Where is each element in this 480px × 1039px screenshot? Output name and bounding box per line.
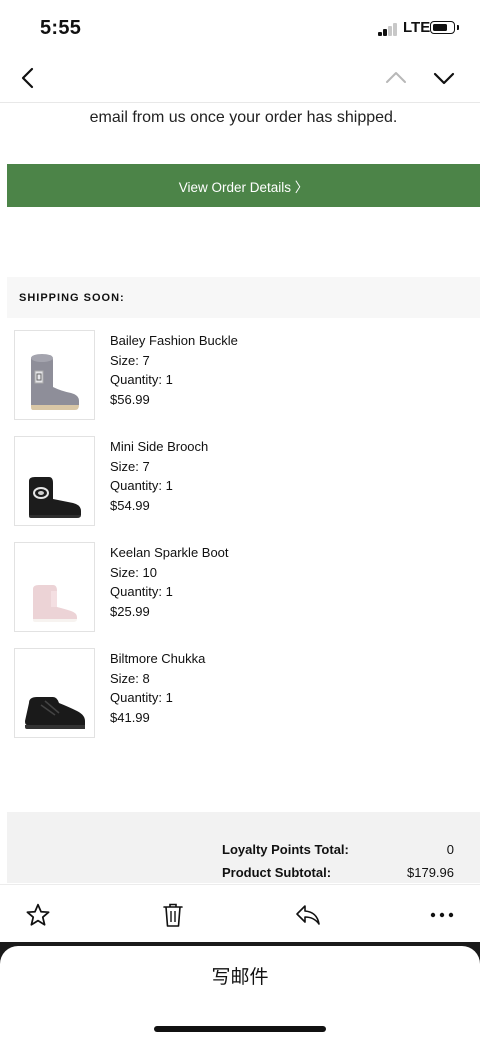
item-size: Size: 7: [110, 458, 150, 474]
order-item: Bailey Fashion Buckle Size: 7 Quantity: …: [14, 330, 474, 436]
item-name[interactable]: Keelan Sparkle Boot: [110, 543, 229, 563]
flag-button[interactable]: [22, 899, 54, 931]
trash-icon: [163, 903, 183, 927]
more-icon: [430, 912, 454, 918]
next-message-button[interactable]: [428, 62, 460, 94]
item-size: Size: 10: [110, 564, 157, 580]
intro-text: email from us once your order has shippe…: [89, 109, 398, 126]
more-button[interactable]: [426, 899, 458, 931]
chevron-up-icon: [386, 72, 406, 83]
signal-icon: [378, 22, 400, 36]
product-subtotal-label: Product Subtotal:: [222, 865, 332, 880]
reply-button[interactable]: [292, 899, 324, 931]
shipping-soon-title: SHIPPING SOON:: [19, 292, 125, 304]
item-quantity: Quantity: 1: [110, 690, 173, 706]
loyalty-points-label: Loyalty Points Total:: [222, 842, 349, 857]
item-quantity: Quantity: 1: [110, 372, 173, 388]
item-name[interactable]: Bailey Fashion Buckle: [110, 331, 238, 351]
order-items-list: Bailey Fashion Buckle Size: 7 Quantity: …: [14, 330, 474, 754]
compose-sheet: 写邮件: [0, 942, 480, 1039]
home-indicator[interactable]: [154, 1026, 326, 1032]
loyalty-points-value: 0: [446, 842, 454, 857]
previous-message-button[interactable]: [380, 62, 412, 94]
status-time: 5:55: [40, 17, 82, 39]
product-image[interactable]: [14, 436, 95, 526]
item-quantity: Quantity: 1: [110, 478, 173, 494]
chevron-left-icon: [21, 67, 34, 89]
product-image[interactable]: [14, 330, 95, 420]
network-label: LTE: [403, 19, 431, 36]
compose-label[interactable]: 写邮件: [0, 962, 480, 989]
order-item: Mini Side Brooch Size: 7 Quantity: 1 $54…: [14, 436, 474, 542]
item-price: $41.99: [110, 710, 150, 726]
order-item: Keelan Sparkle Boot Size: 10 Quantity: 1…: [14, 542, 474, 648]
item-details: Keelan Sparkle Boot Size: 10 Quantity: 1…: [110, 543, 229, 622]
order-item: Biltmore Chukka Size: 8 Quantity: 1 $41.…: [14, 648, 474, 754]
email-body: email from us once your order has shippe…: [7, 103, 480, 883]
star-icon: [26, 903, 50, 926]
item-size: Size: 7: [110, 352, 150, 368]
reply-icon: [296, 905, 320, 925]
item-size: Size: 8: [110, 670, 150, 686]
message-toolbar: [0, 884, 480, 943]
product-subtotal-value: $179.96: [407, 865, 454, 880]
product-image[interactable]: [14, 648, 95, 738]
item-name[interactable]: Mini Side Brooch: [110, 437, 208, 457]
item-quantity: Quantity: 1: [110, 584, 173, 600]
shipping-soon-header: SHIPPING SOON:: [7, 277, 480, 318]
item-details: Biltmore Chukka Size: 8 Quantity: 1 $41.…: [110, 649, 205, 728]
back-button[interactable]: [12, 62, 44, 94]
item-details: Bailey Fashion Buckle Size: 7 Quantity: …: [110, 331, 238, 410]
mail-screen: 5:55 LTE email from us once your order h…: [0, 0, 480, 1039]
item-name[interactable]: Biltmore Chukka: [110, 649, 205, 669]
chevron-down-icon: [433, 72, 455, 85]
nav-bar: [0, 56, 480, 103]
status-bar: 5:55 LTE: [0, 0, 480, 56]
order-summary: Loyalty Points Total: 0 Product Subtotal…: [7, 812, 480, 883]
item-price: $56.99: [110, 392, 150, 408]
item-details: Mini Side Brooch Size: 7 Quantity: 1 $54…: [110, 437, 208, 516]
delete-button[interactable]: [157, 899, 189, 931]
item-price: $54.99: [110, 498, 150, 514]
compose-panel[interactable]: 写邮件: [0, 946, 480, 1039]
product-image[interactable]: [14, 542, 95, 632]
battery-icon: [430, 21, 459, 34]
view-order-details-button[interactable]: View Order Details 〉: [7, 164, 480, 207]
item-price: $25.99: [110, 604, 150, 620]
